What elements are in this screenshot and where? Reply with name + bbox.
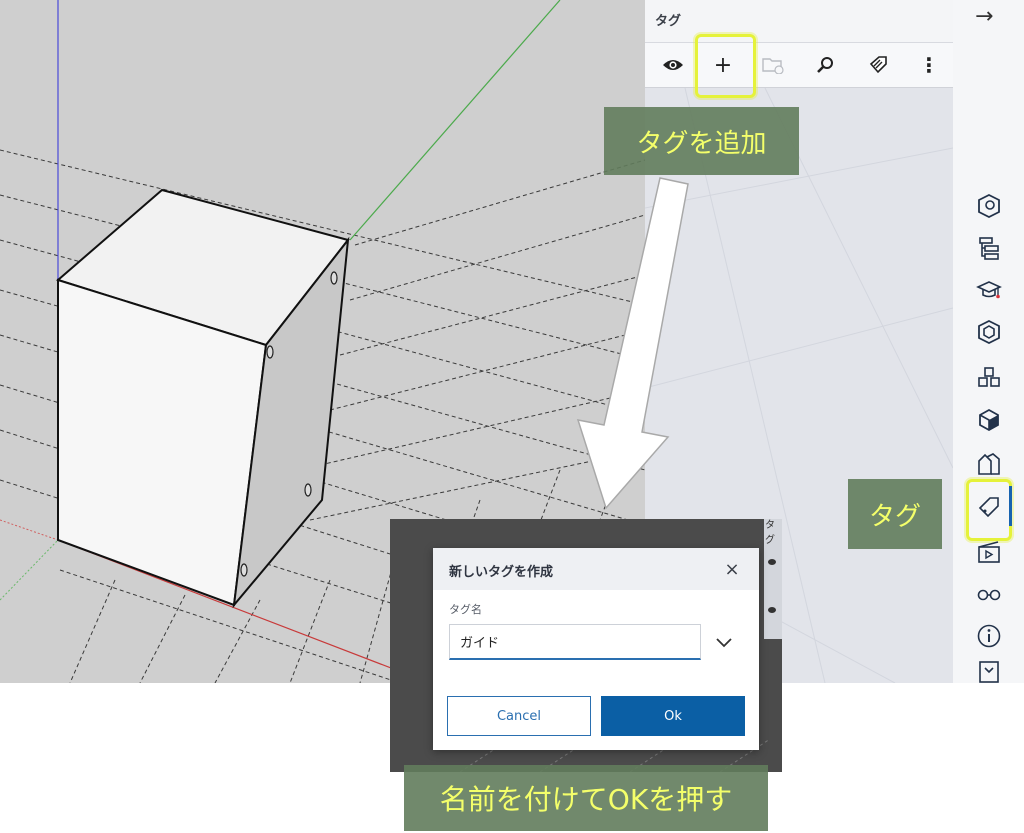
panel-toolbar: + ⋮ [645, 43, 953, 88]
eye-icon [663, 60, 683, 70]
folder-add-icon [762, 58, 784, 74]
add-tag-folder-button[interactable] [749, 43, 797, 87]
green-axis-negative [0, 539, 59, 601]
panel-title: タグ [655, 14, 682, 29]
dialog-close-button[interactable]: × [719, 556, 745, 582]
search-icon [817, 57, 833, 73]
cancel-button[interactable]: Cancel [447, 696, 591, 736]
red-axis-negative [0, 519, 59, 541]
background-eye-icon-2 [768, 607, 776, 613]
background-eye-icon [768, 559, 776, 565]
entity-info-button[interactable] [973, 190, 1005, 222]
solid-inspector-icon [979, 660, 999, 683]
active-indicator [1009, 486, 1012, 526]
tag-name-label: タグ名 [449, 603, 482, 616]
glasses-icon [977, 589, 1001, 601]
callout-add-tag-text: タグを追加 [636, 128, 767, 159]
more-icon: ⋮ [919, 53, 939, 77]
entity-info-icon [978, 193, 1000, 219]
components-button[interactable] [973, 362, 1005, 394]
scenes-icon [978, 453, 1000, 475]
instruction-arrow [576, 177, 689, 510]
instructor-button[interactable] [973, 274, 1005, 306]
components-icon [978, 367, 1000, 387]
callout-name-and-ok-text: 名前を付けてOKを押す [439, 783, 733, 816]
ok-button[interactable]: Ok [601, 696, 745, 736]
background-panel-strip: タグ [764, 519, 782, 639]
tag-name-dropdown[interactable] [711, 630, 737, 656]
create-tag-dialog: 新しいタグを作成 × タグ名 Cancel Ok [433, 548, 759, 750]
chevron-down-icon [716, 638, 732, 648]
toggle-visibility-button[interactable] [649, 43, 697, 87]
box-model[interactable] [55, 188, 350, 609]
animation-icon [978, 541, 1000, 563]
scenes-button[interactable] [973, 448, 1005, 480]
callout-add-tag: タグを追加 [604, 107, 799, 175]
callout-name-and-ok: 名前を付けてOKを押す [404, 765, 768, 831]
callout-tag: タグ [848, 479, 942, 549]
color-by-tag-button[interactable] [855, 43, 903, 87]
add-tag-highlight [695, 34, 756, 98]
callout-tag-text: タグ [868, 501, 921, 532]
more-options-button[interactable]: ⋮ [905, 43, 953, 87]
materials-button[interactable] [973, 316, 1005, 348]
tag-name-input[interactable] [449, 624, 701, 660]
search-tags-button[interactable] [801, 43, 849, 87]
tags-button[interactable] [973, 491, 1005, 523]
background-panel-title: タグ [765, 520, 775, 546]
styles-button[interactable] [973, 404, 1005, 436]
animation-button[interactable] [973, 536, 1005, 568]
solid-inspector-button[interactable] [973, 660, 1005, 683]
arrow-right-icon: → [975, 4, 994, 29]
tags-icon [978, 497, 999, 518]
instructor-icon [976, 281, 1002, 299]
collapse-tray-button[interactable]: → [975, 4, 993, 29]
info-icon [977, 624, 1001, 648]
panel-header: タグ [645, 0, 953, 43]
green-axis [349, 0, 561, 241]
outliner-icon [979, 237, 999, 260]
dialog-header: 新しいタグを作成 × [433, 548, 759, 590]
outliner-button[interactable] [973, 232, 1005, 264]
tray-side-rail: → [953, 0, 1024, 683]
tag-color-icon [869, 56, 887, 74]
display-button[interactable] [973, 578, 1005, 610]
model-info-button[interactable] [973, 620, 1005, 652]
close-icon: × [724, 558, 740, 580]
materials-icon [978, 319, 1000, 345]
dialog-title: 新しいタグを作成 [449, 565, 554, 580]
styles-icon [979, 408, 999, 432]
